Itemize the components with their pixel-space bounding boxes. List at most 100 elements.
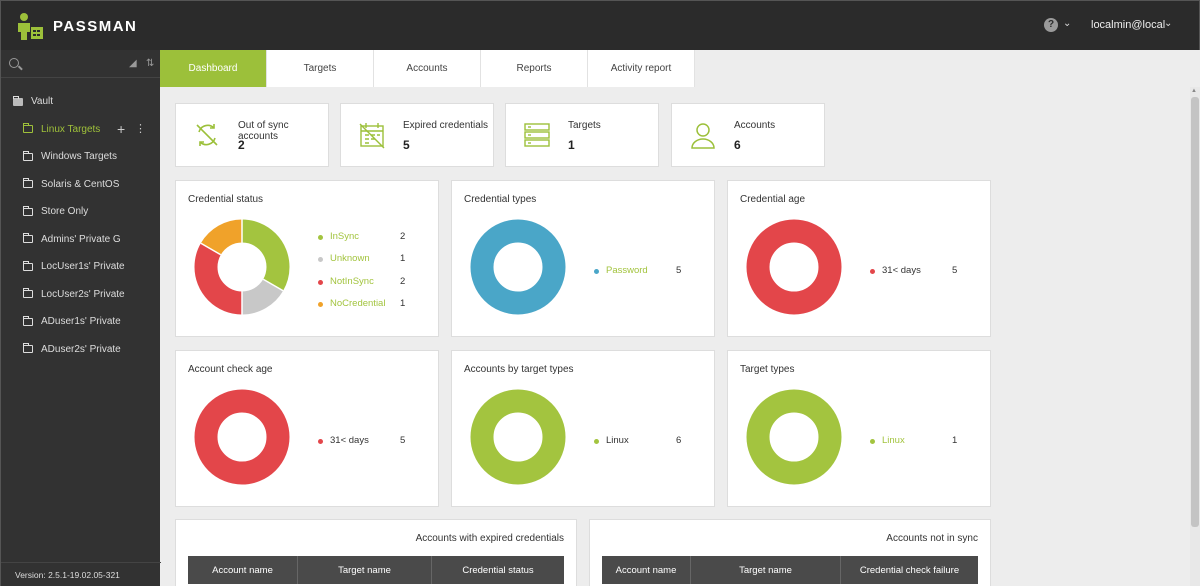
table-not-in-sync: Accounts not in sync Account name Target… (589, 519, 991, 586)
tab-targets[interactable]: Targets (267, 50, 374, 87)
panel-account-check-age: Account check age 31< days 5 (175, 350, 439, 507)
panel-credential-age: Credential age 31< days 5 (727, 180, 991, 337)
tree-item-linux-targets[interactable]: Linux Targets + ⋮ (1, 116, 161, 144)
tree-item-solaris-centos[interactable]: Solaris & CentOS (1, 171, 161, 199)
legend-value: 1 (400, 253, 406, 264)
stat-out-of-sync[interactable]: Out of sync accounts 2 (175, 103, 329, 167)
legend-dot (318, 235, 323, 240)
legend-name: Unknown (330, 253, 370, 264)
legend-name: 31< days (882, 265, 921, 276)
panel-credential-types: Credential types Password 5 (451, 180, 715, 337)
add-icon[interactable]: + (117, 121, 125, 137)
tree-item-windows-targets[interactable]: Windows Targets (1, 143, 161, 171)
tree-item-locuser1-private[interactable]: LocUser1s' Private (1, 253, 161, 281)
folder-icon (23, 288, 33, 299)
stat-targets[interactable]: Targets 1 (505, 103, 659, 167)
legend-dot (594, 269, 599, 274)
legend-name: 31< days (330, 435, 369, 446)
server-icon (524, 123, 550, 147)
user-icon (691, 123, 715, 149)
scroll-thumb[interactable] (1191, 97, 1199, 527)
account-check-age-donut (194, 389, 290, 485)
tree-item-aduser2-private[interactable]: ADuser2s' Private (1, 336, 161, 364)
table-title: Accounts with expired credentials (415, 533, 564, 544)
column-header[interactable]: Account name (188, 556, 298, 584)
table-header: Account name Target name Credential stat… (188, 556, 564, 584)
folder-icon (23, 150, 33, 161)
donut-slice-linux[interactable] (746, 389, 842, 485)
folder-icon (23, 123, 33, 134)
folder-icon (23, 205, 33, 216)
legend-dot (318, 257, 323, 262)
main-tabs: Dashboard Targets Accounts Reports Activ… (160, 50, 695, 87)
stat-expired-credentials[interactable]: Expired credentials 5 (340, 103, 494, 167)
tree-item-admins-private[interactable]: Admins' Private G (1, 226, 161, 254)
chevron-down-icon[interactable]: ⌄ (1063, 18, 1071, 29)
filter-icon[interactable]: ◢ (129, 58, 137, 69)
sidebar-search[interactable]: ◢ ⇅ (1, 50, 160, 78)
tree-item-aduser1-private[interactable]: ADuser1s' Private (1, 308, 161, 336)
column-header[interactable]: Account name (602, 556, 691, 584)
legend-value: 5 (676, 265, 682, 276)
panel-title: Target types (740, 364, 795, 375)
legend-name: NotInSync (330, 276, 374, 287)
tree-item-label: Solaris & CentOS (41, 178, 120, 190)
app-name: PASSMAN (53, 17, 138, 35)
donut-slice-31-days[interactable] (746, 219, 842, 315)
legend-name: Password (606, 265, 648, 276)
passman-logo-icon (18, 13, 43, 40)
tree-item-label: ADuser2s' Private (41, 343, 121, 355)
app-logo[interactable]: PASSMAN (15, 11, 137, 41)
vault-tree: Vault Linux Targets + ⋮ Windows Targets … (1, 88, 161, 363)
chevron-down-icon[interactable]: ⌄ (1164, 18, 1172, 29)
scroll-up-icon[interactable]: ▲ (1191, 88, 1197, 94)
legend-dot (870, 439, 875, 444)
stat-accounts[interactable]: Accounts 6 (671, 103, 825, 167)
tab-dashboard[interactable]: Dashboard (160, 50, 267, 87)
donut-slice-linux[interactable] (470, 389, 566, 485)
folder-icon (23, 233, 33, 244)
accounts-by-target-types-donut (470, 389, 566, 485)
tab-reports[interactable]: Reports (481, 50, 588, 87)
panel-accounts-by-target-types: Accounts by target types Linux 6 (451, 350, 715, 507)
help-icon[interactable]: ? (1044, 18, 1058, 32)
tree-item-locuser2-private[interactable]: LocUser2s' Private (1, 281, 161, 309)
column-header[interactable]: Credential check failure (841, 556, 978, 584)
tree-item-store-only[interactable]: Store Only (1, 198, 161, 226)
donut-slice-password[interactable] (470, 219, 566, 315)
legend-dot (594, 439, 599, 444)
legend-dot (318, 439, 323, 444)
scrollbar[interactable]: ▲ (1190, 87, 1200, 586)
sidebar: ◢ ⇅ Vault Linux Targets + ⋮ Windows Targ… (0, 50, 161, 586)
folder-icon (23, 260, 33, 271)
column-header[interactable]: Target name (691, 556, 841, 584)
tab-activity-report[interactable]: Activity report (588, 50, 695, 87)
stat-label: Out of sync accounts (238, 120, 289, 142)
tree-item-label: LocUser2s' Private (41, 288, 125, 300)
legend-name: InSync (330, 231, 360, 242)
column-header[interactable]: Credential status (432, 556, 564, 584)
panel-title: Credential age (740, 194, 806, 205)
tab-accounts[interactable]: Accounts (374, 50, 481, 87)
stat-label: Targets (568, 120, 601, 131)
top-bar: PASSMAN ? ⌄ localmin@local ⌄ (0, 0, 1200, 50)
legend-value: 5 (400, 435, 406, 446)
user-menu[interactable]: localmin@local (1091, 19, 1165, 31)
search-icon[interactable] (9, 58, 19, 68)
donut-slice-31-days[interactable] (194, 389, 290, 485)
legend-value: 6 (676, 435, 682, 446)
legend-value: 1 (952, 435, 958, 446)
column-header[interactable]: Target name (298, 556, 432, 584)
panel-title: Account check age (188, 364, 273, 375)
tree-item-label: Store Only (41, 206, 89, 218)
target-types-donut (746, 389, 842, 485)
sync-off-icon (196, 124, 218, 146)
calendar-expired-icon (359, 123, 385, 149)
more-vertical-icon[interactable]: ⋮ (135, 122, 146, 135)
sort-icon[interactable]: ⇅ (146, 58, 154, 69)
tree-item-vault[interactable]: Vault (1, 88, 161, 116)
legend-name: Linux (882, 435, 905, 446)
tree-item-label: Admins' Private G (41, 233, 121, 245)
legend-dot (318, 280, 323, 285)
tree-item-label: LocUser1s' Private (41, 261, 125, 273)
